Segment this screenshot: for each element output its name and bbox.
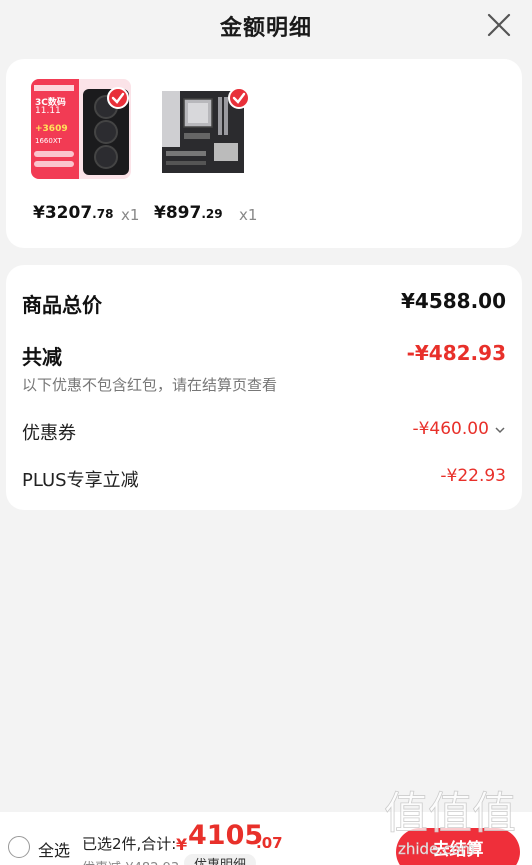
bottom-bar: 全选 已选2件,合计: ¥ 4105 .07 优惠减:¥482.93 优惠明细 … xyxy=(0,812,532,865)
note-row: 以下优惠不包含红包，请在结算页查看 xyxy=(22,374,506,394)
price-integer: ¥897 xyxy=(154,203,202,223)
total-currency: ¥ xyxy=(176,835,188,854)
close-icon xyxy=(487,13,511,37)
checkbox-checked[interactable] xyxy=(107,87,129,109)
reduce-row: 共减 -¥482.93 xyxy=(22,341,506,369)
header: 金额明细 xyxy=(0,0,532,52)
price-decimal: .29 xyxy=(201,207,223,221)
select-all-radio[interactable] xyxy=(8,836,30,858)
total-row: 商品总价 ¥4588.00 xyxy=(22,289,506,317)
discount-note: 以下优惠不包含红包，请在结算页查看 xyxy=(22,376,278,394)
selected-count: 已选2件,合计: xyxy=(82,835,177,853)
check-icon xyxy=(111,92,125,104)
coupon-value: -¥460.00 xyxy=(412,419,489,439)
coupon-value-wrap[interactable]: -¥460.00 xyxy=(412,419,506,439)
thumb-label: 11.11 xyxy=(35,106,61,116)
total-amount-integer: 4105 xyxy=(188,820,264,851)
price-summary-card: 商品总价 ¥4588.00 共减 -¥482.93 以下优惠不包含红包，请在结算… xyxy=(6,265,522,510)
thumb-label: +3609 xyxy=(35,124,68,134)
discount-detail-button[interactable]: 优惠明细 xyxy=(184,854,257,865)
product-price: ¥897.29 xyxy=(154,203,223,223)
total-value: ¥4588.00 xyxy=(400,289,506,313)
total-label: 商品总价 xyxy=(22,293,102,317)
product-price: ¥3207.78 xyxy=(33,203,113,223)
price-integer: ¥3207 xyxy=(33,203,93,223)
product-qty: x1 xyxy=(239,206,258,224)
plus-label: PLUS专享立减 xyxy=(22,470,139,491)
saved-amount: 优惠减:¥482.93 xyxy=(82,857,179,865)
plus-value: -¥22.93 xyxy=(440,466,506,486)
check-icon xyxy=(232,92,246,104)
chevron-down-icon xyxy=(495,426,505,433)
page-title: 金额明细 xyxy=(219,16,312,41)
price-decimal: .78 xyxy=(92,207,114,221)
select-all-label[interactable]: 全选 xyxy=(38,837,70,861)
plus-row: PLUS专享立减 -¥22.93 xyxy=(22,466,506,491)
product-item[interactable]: 3C数码 11.11 +3609 1660XT ¥3207.78 x1 xyxy=(31,79,149,229)
close-button[interactable] xyxy=(484,10,514,40)
checkout-button[interactable]: 去结算 xyxy=(396,828,520,865)
reduce-label: 共减 xyxy=(22,345,62,369)
product-qty: x1 xyxy=(121,206,140,224)
thumb-label: 1660XT xyxy=(35,137,62,145)
coupon-label: 优惠券 xyxy=(22,423,76,444)
coupon-row[interactable]: 优惠券 -¥460.00 xyxy=(22,419,506,444)
reduce-value: -¥482.93 xyxy=(406,341,506,365)
checkbox-checked[interactable] xyxy=(228,87,250,109)
total-amount-decimal: .07 xyxy=(256,834,283,852)
product-item[interactable]: ¥897.29 x1 xyxy=(152,79,270,229)
products-card: 3C数码 11.11 +3609 1660XT ¥3207.78 x1 ¥897… xyxy=(6,59,522,248)
